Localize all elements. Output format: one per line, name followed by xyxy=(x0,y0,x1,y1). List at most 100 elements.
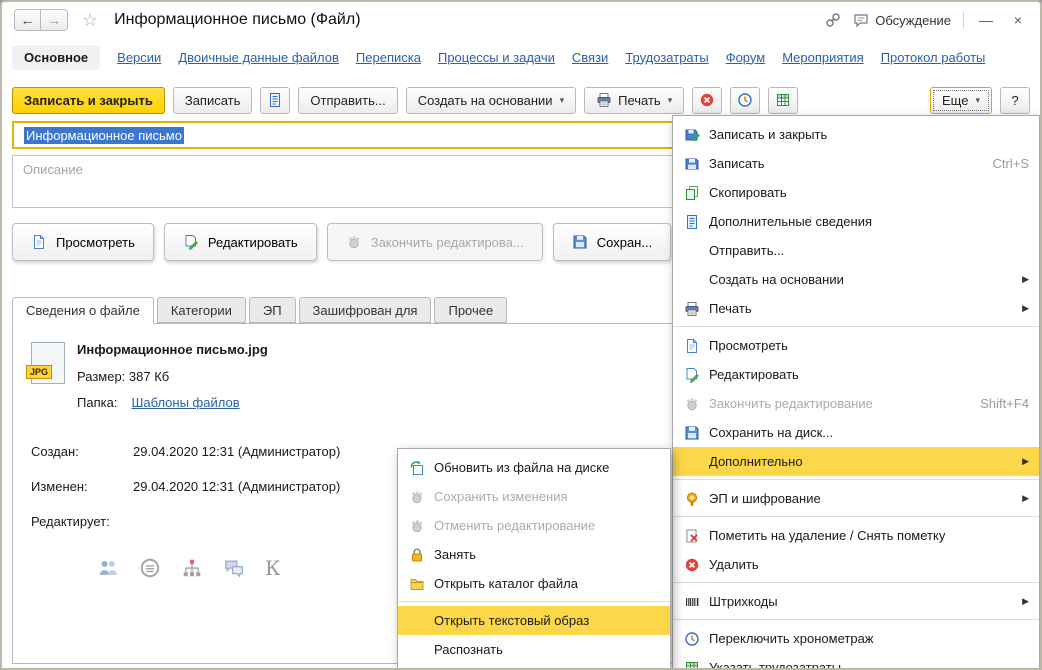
related-tools-row: К xyxy=(97,556,280,580)
print-label: Печать xyxy=(618,92,661,108)
file-size: Размер: 387 Кб xyxy=(77,369,170,384)
barcode-icon xyxy=(684,594,700,610)
comments-icon[interactable] xyxy=(223,557,245,579)
file-name: Информационное письмо.jpg xyxy=(77,342,268,357)
finish-editing-icon xyxy=(684,396,700,412)
discussion-button[interactable]: Обсуждение xyxy=(853,12,951,28)
menu-item-label: Скопировать xyxy=(709,185,787,200)
minimize-button[interactable]: — xyxy=(976,12,996,28)
help-button[interactable]: ? xyxy=(1000,86,1030,114)
edit-pencil-icon xyxy=(684,367,700,383)
menu-item-send[interactable]: Отправить... xyxy=(673,236,1039,265)
nav-item-binary-data[interactable]: Двоичные данные файлов xyxy=(178,50,339,65)
link-icon[interactable] xyxy=(825,12,841,28)
favorite-star-icon[interactable]: ☆ xyxy=(82,10,98,31)
nav-item-labor-costs[interactable]: Трудозатраты xyxy=(625,50,708,65)
participants-icon[interactable] xyxy=(97,557,119,579)
menu-item-create-based-on[interactable]: Создать на основании ▶ xyxy=(673,265,1039,294)
status-ring-icon[interactable] xyxy=(139,557,161,579)
menu-item-cancel-editing: Отменить редактирование xyxy=(398,511,670,540)
save-button[interactable]: Записать xyxy=(172,86,253,114)
refresh-icon xyxy=(409,460,425,476)
menu-item-view[interactable]: Просмотреть xyxy=(673,331,1039,360)
toolbar: Записать и закрыть Записать Отправить...… xyxy=(2,84,1040,116)
more-menu: Записать и закрыть Записать Ctrl+S Скопи… xyxy=(672,115,1040,670)
menu-item-save-and-close[interactable]: Записать и закрыть xyxy=(673,120,1039,149)
menu-item-additional-info[interactable]: Дополнительные сведения xyxy=(673,207,1039,236)
folder-link[interactable]: Шаблоны файлов xyxy=(131,395,239,410)
finish-editing-icon xyxy=(346,234,362,250)
menu-item-label: Сохранить изменения xyxy=(434,489,568,504)
print-button[interactable]: Печать ▾ xyxy=(584,86,685,114)
menu-separator xyxy=(673,619,1039,620)
tab-other[interactable]: Прочее xyxy=(434,297,508,323)
menu-item-open-text-image[interactable]: Открыть текстовый образ xyxy=(398,606,670,635)
editor-row: Редактирует: xyxy=(31,514,133,529)
menu-item-toggle-timekeeping[interactable]: Переключить хронометраж xyxy=(673,624,1039,653)
editor-label: Редактирует: xyxy=(31,514,110,529)
menu-item-signature-encryption[interactable]: ЭП и шифрование ▶ xyxy=(673,484,1039,513)
structure-icon[interactable] xyxy=(181,557,203,579)
additional-info-button[interactable] xyxy=(260,86,291,114)
menu-item-label: Удалить xyxy=(709,557,759,572)
nav-item-processes-tasks[interactable]: Процессы и задачи xyxy=(438,50,555,65)
view-label: Просмотреть xyxy=(56,234,135,250)
close-button[interactable]: × xyxy=(1008,12,1028,28)
edit-button[interactable]: Редактировать xyxy=(163,223,317,261)
mark-deletion-button[interactable] xyxy=(692,86,723,114)
nav-item-links[interactable]: Связи xyxy=(572,50,608,65)
menu-item-label: Занять xyxy=(434,547,477,562)
menu-separator xyxy=(673,516,1039,517)
timekeeping-button[interactable] xyxy=(730,86,761,114)
menu-item-edit[interactable]: Редактировать xyxy=(673,360,1039,389)
menu-item-print[interactable]: Печать ▶ xyxy=(673,294,1039,323)
titlebar: ← → ☆ Информационное письмо (Файл) Обсуж… xyxy=(2,2,1040,38)
caret-down-icon: ▾ xyxy=(975,94,980,105)
labor-costs-button[interactable] xyxy=(768,86,799,114)
save-to-disk-button[interactable]: Сохран... xyxy=(552,223,672,261)
create-based-on-button[interactable]: Создать на основании ▾ xyxy=(405,86,577,114)
menu-item-label: Отменить редактирование xyxy=(434,518,596,533)
nav-item-events[interactable]: Мероприятия xyxy=(782,50,864,65)
menu-item-copy[interactable]: Скопировать xyxy=(673,178,1039,207)
more-button[interactable]: Еще ▾ xyxy=(930,86,992,114)
menu-item-save-to-disk[interactable]: Сохранить на диск... xyxy=(673,418,1039,447)
menu-item-open-file-directory[interactable]: Открыть каталог файла xyxy=(398,569,670,598)
app-window: ← → ☆ Информационное письмо (Файл) Обсуж… xyxy=(0,0,1042,670)
menu-item-label: Создать на основании xyxy=(709,272,844,287)
tab-encrypted-for[interactable]: Зашифрован для xyxy=(298,297,432,323)
menu-item-mark-deletion[interactable]: Пометить на удаление / Снять пометку xyxy=(673,521,1039,550)
submenu-arrow-icon: ▶ xyxy=(1022,493,1029,503)
back-button[interactable]: ← xyxy=(14,9,41,31)
folder-icon xyxy=(409,576,425,592)
nav-item-versions[interactable]: Версии xyxy=(117,50,161,65)
menu-item-recognize[interactable]: Распознать xyxy=(398,635,670,664)
save-disk-icon xyxy=(684,425,700,441)
menu-item-refresh-from-disk[interactable]: Обновить из файла на диске xyxy=(398,453,670,482)
forward-button[interactable]: → xyxy=(41,9,68,31)
nav-item-correspondence[interactable]: Переписка xyxy=(356,50,421,65)
menu-item-delete[interactable]: Удалить xyxy=(673,550,1039,579)
tab-signature[interactable]: ЭП xyxy=(248,297,296,323)
file-type-badge: JPG xyxy=(26,365,53,379)
clock-icon xyxy=(684,631,700,647)
menu-item-set-labor-costs[interactable]: Указать трудозатраты xyxy=(673,653,1039,670)
tab-file-info[interactable]: Сведения о файле xyxy=(12,297,154,324)
nav-item-work-log[interactable]: Протокол работы xyxy=(881,50,986,65)
save-disk-icon xyxy=(572,234,588,250)
menu-item-additional[interactable]: Дополнительно ▶ xyxy=(673,447,1039,476)
send-button[interactable]: Отправить... xyxy=(298,86,398,114)
save-and-close-button[interactable]: Записать и закрыть xyxy=(12,86,165,114)
menu-item-label: Дополнительно xyxy=(709,454,803,469)
menu-item-label: Отправить... xyxy=(709,243,785,258)
view-button[interactable]: Просмотреть xyxy=(12,223,154,261)
menu-item-save[interactable]: Записать Ctrl+S xyxy=(673,149,1039,178)
nav-item-forum[interactable]: Форум xyxy=(726,50,766,65)
menu-item-barcodes[interactable]: Штрихкоды ▶ xyxy=(673,587,1039,616)
folder-row: Папка: Шаблоны файлов xyxy=(77,395,240,410)
tab-categories[interactable]: Категории xyxy=(156,297,246,323)
shortcut-label: Ctrl+S xyxy=(992,156,1029,171)
menu-item-lock-file[interactable]: Занять xyxy=(398,540,670,569)
table-icon xyxy=(684,660,700,670)
nav-item-main[interactable]: Основное xyxy=(12,44,101,70)
